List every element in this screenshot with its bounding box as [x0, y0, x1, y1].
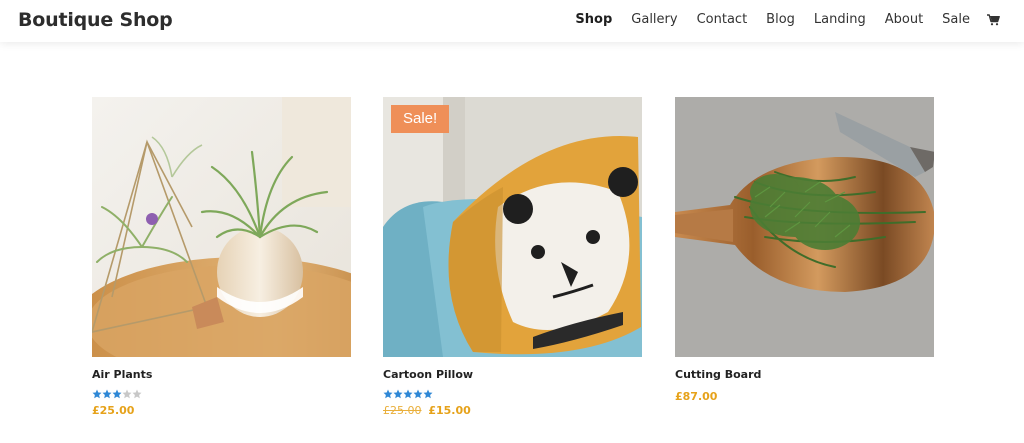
nav-landing[interactable]: Landing	[814, 12, 866, 28]
star-filled-icon	[413, 389, 423, 399]
nav-blog[interactable]: Blog	[766, 12, 795, 28]
star-filled-icon	[92, 389, 102, 399]
site-header: Boutique Shop Shop Gallery Contact Blog …	[0, 0, 1024, 42]
main-nav: Shop Gallery Contact Blog Landing About …	[556, 12, 1000, 28]
product-rating	[383, 389, 433, 399]
star-filled-icon	[423, 389, 433, 399]
product-name[interactable]: Cutting Board	[675, 368, 761, 381]
star-filled-icon	[102, 389, 112, 399]
nav-gallery[interactable]: Gallery	[631, 12, 677, 28]
nav-contact[interactable]: Contact	[697, 12, 748, 28]
product-price: £25.00	[92, 404, 134, 417]
product-card-air-plants[interactable]: Air Plants £25.00	[92, 97, 351, 417]
nav-sale[interactable]: Sale	[942, 12, 970, 28]
star-filled-icon	[112, 389, 122, 399]
current-price: £15.00	[428, 404, 471, 417]
product-price: £25.00 £15.00	[383, 404, 471, 417]
star-filled-icon	[393, 389, 403, 399]
product-card-cutting-board[interactable]: Cutting Board £87.00	[675, 97, 934, 403]
product-price: £87.00	[675, 390, 717, 403]
product-image-cutting-board[interactable]	[675, 97, 934, 357]
cart-icon[interactable]	[987, 13, 1000, 26]
star-filled-icon	[403, 389, 413, 399]
nav-about[interactable]: About	[885, 12, 923, 28]
product-name[interactable]: Air Plants	[92, 368, 152, 381]
current-price: £25.00	[92, 404, 135, 417]
star-empty-icon	[122, 389, 132, 399]
original-price: £25.00	[383, 404, 422, 417]
product-rating	[92, 389, 142, 399]
star-filled-icon	[383, 389, 393, 399]
product-name[interactable]: Cartoon Pillow	[383, 368, 473, 381]
nav-shop[interactable]: Shop	[575, 12, 612, 28]
site-logo[interactable]: Boutique Shop	[18, 9, 173, 31]
product-card-cartoon-pillow[interactable]: Sale! Cartoon Pillow £25.00 £15.00	[383, 97, 642, 417]
star-empty-icon	[132, 389, 142, 399]
current-price: £87.00	[675, 390, 718, 403]
product-image-air-plants[interactable]	[92, 97, 351, 357]
sale-badge: Sale!	[391, 105, 450, 133]
product-image-cartoon-pillow[interactable]: Sale!	[383, 97, 642, 357]
